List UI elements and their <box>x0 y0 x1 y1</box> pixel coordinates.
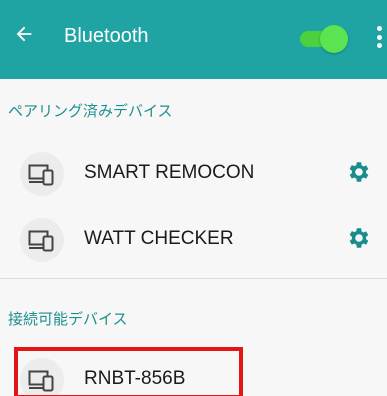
device-icon <box>20 152 64 196</box>
highlight-annotation <box>14 347 243 396</box>
device-icon <box>20 218 64 262</box>
available-devices-heading: 接続可能デバイス <box>8 310 128 328</box>
back-button[interactable] <box>8 18 40 50</box>
bluetooth-settings-screen: Bluetooth ペアリング済みデバイス SMART REMOCON WATT… <box>0 0 387 396</box>
bluetooth-toggle[interactable] <box>296 24 350 54</box>
arrow-left-icon <box>16 26 32 42</box>
section-divider <box>0 278 387 279</box>
device-icon-glyph <box>28 164 54 186</box>
more-vert-dot <box>377 43 382 48</box>
more-options-button[interactable] <box>372 22 387 52</box>
device-name: WATT CHECKER <box>84 228 234 249</box>
device-name: SMART REMOCON <box>84 162 255 183</box>
device-icon-glyph <box>28 230 54 252</box>
toggle-thumb <box>320 25 348 53</box>
app-bar: Bluetooth <box>0 0 387 79</box>
more-vert-icon <box>377 26 382 31</box>
paired-device-row[interactable]: SMART REMOCON <box>0 143 387 203</box>
device-settings-button[interactable] <box>343 157 373 187</box>
paired-devices-heading: ペアリング済みデバイス <box>8 102 173 120</box>
device-settings-button[interactable] <box>343 223 373 253</box>
gear-icon <box>349 228 369 248</box>
more-vert-dot <box>377 34 382 40</box>
page-title: Bluetooth <box>64 25 149 47</box>
paired-device-row[interactable]: WATT CHECKER <box>0 209 387 269</box>
gear-icon <box>349 162 369 182</box>
